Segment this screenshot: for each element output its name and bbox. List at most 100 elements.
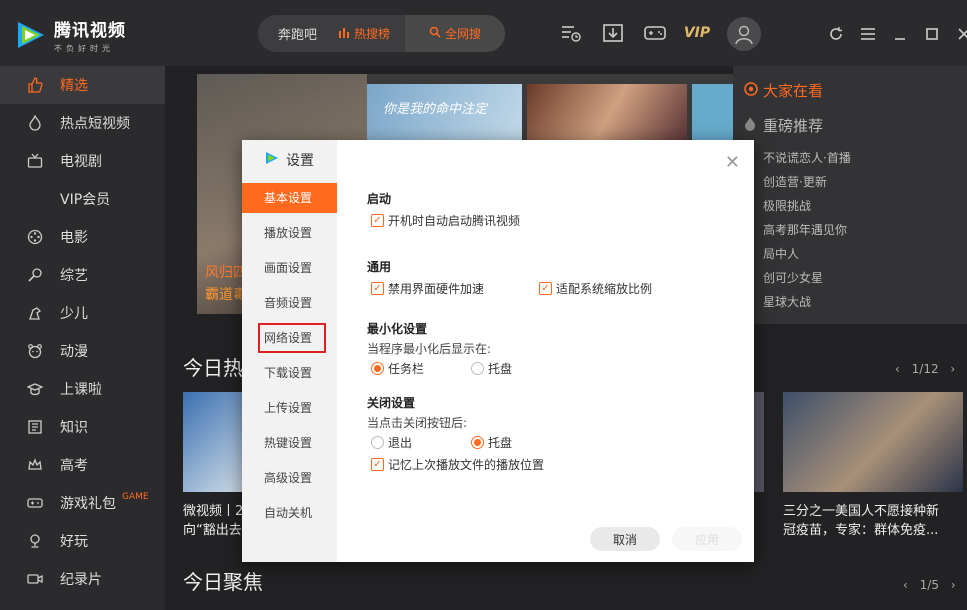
sidebar-item-label: 好玩 bbox=[60, 534, 88, 550]
list-item[interactable]: 不说谎恋人·首播 bbox=[733, 146, 967, 170]
cancel-button[interactable]: 取消 bbox=[590, 527, 660, 551]
eye-icon bbox=[743, 81, 759, 101]
tab-audio[interactable]: 音频设置 bbox=[242, 288, 337, 318]
minimize-taskbar-radio[interactable]: 任务栏 bbox=[371, 360, 424, 377]
list-item[interactable]: 创造营·更新 bbox=[733, 170, 967, 194]
hot-search-button[interactable]: 热搜榜 bbox=[338, 25, 390, 42]
general-title: 通用 bbox=[367, 260, 392, 274]
trending-heading: 大家在看 bbox=[733, 66, 967, 101]
crown-icon bbox=[26, 456, 44, 474]
sidebar-item-tv-series[interactable]: 电视剧 bbox=[0, 142, 165, 180]
settings-dialog: 设置 基本设置 播放设置 画面设置 音频设置 网络设置 下载设置 上传设置 热键… bbox=[242, 140, 754, 562]
video-thumbnail[interactable] bbox=[183, 392, 243, 492]
system-scale-checkbox[interactable]: ✓ 适配系统缩放比例 bbox=[539, 280, 652, 297]
sidebar-item-label: 电视剧 bbox=[60, 154, 102, 170]
sidebar-item-movie[interactable]: 电影 bbox=[0, 218, 165, 256]
bar-chart-icon bbox=[338, 26, 350, 41]
remember-position-checkbox[interactable]: ✓ 记忆上次播放文件的播放位置 bbox=[371, 456, 544, 473]
sidebar-item-label: 动漫 bbox=[60, 344, 88, 360]
autostart-checkbox[interactable]: ✓ 开机时自动启动腾讯视频 bbox=[371, 212, 520, 229]
video-thumbnail[interactable] bbox=[754, 392, 764, 492]
list-item[interactable]: 高考那年遇见你 bbox=[733, 218, 967, 242]
close-tray-radio[interactable]: 托盘 bbox=[471, 434, 512, 451]
app-slogan: 不负好时光 bbox=[54, 44, 114, 53]
game-badge: GAME bbox=[122, 492, 149, 502]
tab-advanced[interactable]: 高级设置 bbox=[242, 463, 337, 493]
search-input[interactable]: 奔跑吧 bbox=[258, 24, 334, 43]
video-caption[interactable]: 微视频丨2 向“豁出去 bbox=[183, 502, 243, 540]
tab-playback[interactable]: 播放设置 bbox=[242, 218, 337, 248]
search-all-button[interactable]: 全网搜 bbox=[405, 15, 505, 52]
hot-search-label: 热搜榜 bbox=[354, 27, 391, 41]
vip-icon[interactable]: VIP bbox=[684, 22, 710, 44]
minimize-tray-radio[interactable]: 托盘 bbox=[471, 360, 512, 377]
camera-icon bbox=[26, 570, 44, 588]
list-item[interactable]: 局中人 bbox=[733, 242, 967, 266]
sidebar-item-kids[interactable]: 少儿 bbox=[0, 294, 165, 332]
close-exit-radio[interactable]: 退出 bbox=[371, 434, 412, 451]
video-thumbnail[interactable] bbox=[783, 392, 963, 492]
disable-hw-accel-checkbox[interactable]: ✓ 禁用界面硬件加速 bbox=[371, 280, 484, 297]
top-bar: 腾讯视频 不负好时光 奔跑吧 热搜榜 全网搜 VIP bbox=[0, 0, 967, 66]
chevron-left-icon[interactable]: ‹ bbox=[895, 362, 900, 376]
maximize-icon[interactable] bbox=[922, 24, 942, 44]
sidebar-item-fun[interactable]: 好玩 bbox=[0, 522, 165, 560]
close-title: 关闭设置 bbox=[367, 396, 416, 410]
tencent-video-logo-icon bbox=[264, 150, 280, 170]
tab-network[interactable]: 网络设置 bbox=[258, 323, 326, 353]
tab-hotkey[interactable]: 热键设置 bbox=[242, 428, 337, 458]
sidebar-item-vip[interactable]: VIP会员 bbox=[0, 180, 165, 218]
tab-upload[interactable]: 上传设置 bbox=[242, 393, 337, 423]
list-item[interactable]: 创可少女星 bbox=[733, 266, 967, 290]
chevron-left-icon[interactable]: ‹ bbox=[903, 578, 908, 592]
sidebar-item-label: 综艺 bbox=[60, 268, 88, 284]
game-controller-icon[interactable] bbox=[644, 22, 666, 44]
list-item[interactable]: 星球大战 bbox=[733, 290, 967, 314]
sidebar-item-label: 纪录片 bbox=[60, 572, 102, 588]
minimize-icon[interactable] bbox=[890, 24, 910, 44]
video-caption[interactable]: 三分之一美国人不愿接种新 冠疫苗，专家：群体免疫... bbox=[783, 502, 939, 540]
sidebar-item-variety[interactable]: 综艺 bbox=[0, 256, 165, 294]
section-title: 今日聚焦 bbox=[183, 570, 263, 594]
menu-icon[interactable] bbox=[858, 24, 878, 44]
download-icon[interactable] bbox=[602, 22, 624, 44]
graduation-icon bbox=[26, 380, 44, 398]
refresh-icon[interactable] bbox=[826, 24, 846, 44]
sidebar-item-gaokao[interactable]: 高考 bbox=[0, 446, 165, 484]
search-all-label: 全网搜 bbox=[444, 27, 481, 41]
settings-nav: 设置 基本设置 播放设置 画面设置 音频设置 网络设置 下载设置 上传设置 热键… bbox=[242, 140, 337, 562]
close-window-icon[interactable] bbox=[954, 24, 967, 44]
banner-caption: 霸道毒 bbox=[205, 287, 247, 303]
tab-auto-shutdown[interactable]: 自动关机 bbox=[242, 498, 337, 528]
apply-button[interactable]: 应用 bbox=[672, 527, 742, 551]
pager-label: 1/12 bbox=[911, 362, 939, 376]
sidebar-item-documentary[interactable]: 纪录片 bbox=[0, 560, 165, 598]
trophy-icon bbox=[26, 532, 44, 550]
chevron-right-icon[interactable]: › bbox=[950, 362, 955, 376]
sidebar-item-anime[interactable]: 动漫 bbox=[0, 332, 165, 370]
sidebar-item-game-gift[interactable]: 游戏礼包 GAME bbox=[0, 484, 165, 522]
settings-content: 启动 ✓ 开机时自动启动腾讯视频 通用 ✓ 禁用界面硬件加速 ✓ 适配系统缩放比… bbox=[367, 140, 737, 562]
minimize-desc: 当程序最小化后显示在: bbox=[367, 342, 492, 356]
avatar[interactable] bbox=[727, 17, 761, 51]
sidebar-item-label: 知识 bbox=[60, 420, 88, 436]
app-title: 腾讯视频 bbox=[54, 21, 126, 41]
tab-download[interactable]: 下载设置 bbox=[242, 358, 337, 388]
tab-basic[interactable]: 基本设置 bbox=[242, 183, 337, 213]
app-logo[interactable]: 腾讯视频 不负好时光 bbox=[14, 16, 126, 54]
list-item[interactable]: 极限挑战 bbox=[733, 194, 967, 218]
film-reel-icon bbox=[26, 228, 44, 246]
thumbnail-title: 你是我的命中注定 bbox=[383, 102, 488, 117]
checkbox-checked-icon: ✓ bbox=[371, 282, 384, 295]
radio-unselected-icon bbox=[471, 362, 484, 375]
close-desc: 当点击关闭按钮后: bbox=[367, 416, 468, 430]
sidebar-item-class[interactable]: 上课啦 bbox=[0, 370, 165, 408]
startup-title: 启动 bbox=[367, 192, 392, 206]
sidebar-item-short-video[interactable]: 热点短视频 bbox=[0, 104, 165, 142]
tab-display[interactable]: 画面设置 bbox=[242, 253, 337, 283]
pager-label: 1/5 bbox=[919, 578, 939, 592]
sidebar-item-featured[interactable]: 精选 bbox=[0, 66, 165, 104]
chevron-right-icon[interactable]: › bbox=[951, 578, 956, 592]
sidebar-item-knowledge[interactable]: 知识 bbox=[0, 408, 165, 446]
history-list-icon[interactable] bbox=[560, 22, 582, 44]
